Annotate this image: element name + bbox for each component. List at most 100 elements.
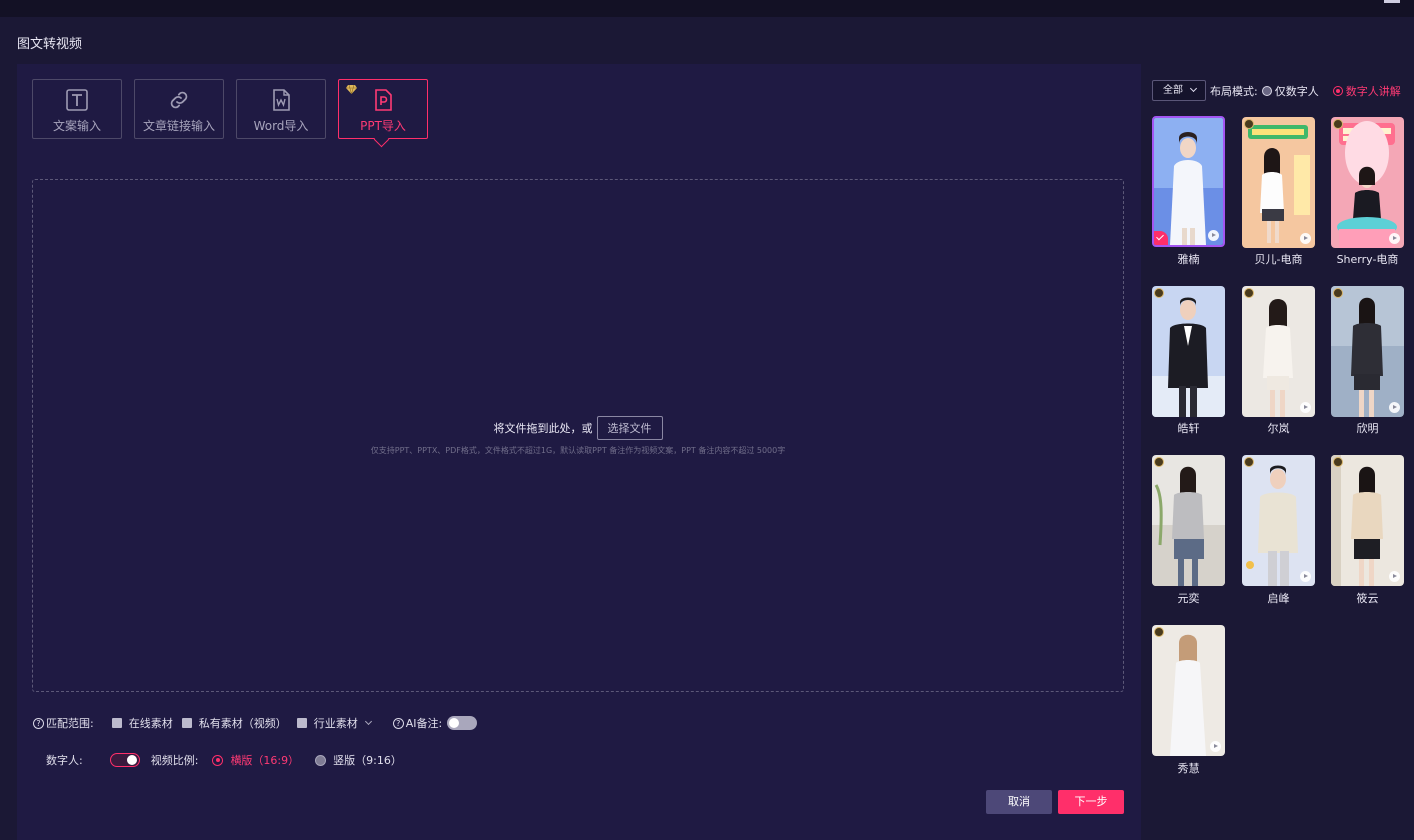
avatar-image (1331, 286, 1404, 417)
vip-crown-icon (1154, 288, 1164, 298)
avatar-name: 元奕 (1177, 592, 1200, 605)
drop-prompt: 将文件拖到此处，或 选择文件 (33, 416, 1123, 440)
avatar-image (1242, 286, 1315, 417)
tab-article-link[interactable]: 文章链接输入 (134, 79, 224, 139)
vip-crown-icon (1244, 288, 1254, 298)
main-panel: 文案输入 文章链接输入 Word导入 PPT导入 将文件拖到此处，或 选择文件 仅… (17, 64, 1141, 840)
play-icon[interactable] (1208, 230, 1219, 241)
cancel-button[interactable]: 取消 (986, 790, 1052, 814)
tab-label: 文章链接输入 (142, 119, 215, 133)
play-icon[interactable] (1389, 233, 1400, 244)
private-material-checkbox[interactable] (181, 718, 192, 728)
minimize-icon[interactable] (1384, 0, 1400, 3)
layout-mode-label: 布局模式: (1210, 85, 1258, 98)
play-icon[interactable] (1300, 571, 1311, 582)
avatar-card[interactable] (1152, 116, 1225, 247)
avatar-image (1152, 286, 1225, 417)
layout-option-label: 仅数字人 (1274, 85, 1319, 98)
avatar-card[interactable] (1331, 455, 1404, 586)
select-file-button[interactable]: 选择文件 (596, 416, 663, 440)
avatar-name: 皓轩 (1177, 422, 1200, 435)
avatar-card[interactable] (1242, 455, 1315, 586)
avatar-name: 尔岚 (1267, 422, 1290, 435)
file-drop-zone[interactable]: 将文件拖到此处，或 选择文件 仅支持PPT、PPTX、PDF格式，文件格式不超过1… (32, 179, 1124, 692)
avatar-name: 雅楠 (1177, 253, 1200, 266)
avatar-card[interactable] (1152, 455, 1225, 586)
tab-word-import[interactable]: Word导入 (236, 79, 326, 139)
vip-crown-icon (1154, 627, 1164, 637)
play-icon[interactable] (1389, 402, 1400, 413)
avatar-card[interactable] (1242, 117, 1315, 248)
text-icon (66, 89, 88, 111)
page-title: 图文转视频 (17, 37, 83, 52)
avatar-name: 启峰 (1267, 592, 1290, 605)
vip-crown-icon (1244, 119, 1254, 129)
avatar-image (1152, 625, 1225, 756)
layout-option-label: 数字人讲解 (1345, 85, 1401, 98)
avatar-card[interactable] (1331, 117, 1404, 248)
avatar-name: 贝儿-电商 (1254, 253, 1303, 266)
avatar-card[interactable] (1152, 286, 1225, 417)
tab-ppt-import[interactable]: PPT导入 (338, 79, 428, 139)
vip-crown-icon (1333, 288, 1343, 298)
vip-gem-icon (346, 85, 357, 94)
vip-crown-icon (1244, 457, 1254, 467)
help-icon[interactable]: ? (392, 717, 404, 729)
avatar-image (1154, 118, 1223, 245)
tab-label: Word导入 (253, 119, 309, 133)
ai-note-toggle[interactable] (447, 716, 478, 730)
avatar-name: Sherry-电商 (1336, 253, 1399, 266)
avatar-card[interactable] (1152, 625, 1225, 756)
chevron-down-icon[interactable] (364, 717, 372, 726)
avatar-explain-radio[interactable] (1332, 86, 1343, 96)
layout-mode: 布局模式: 仅数字人 数字人讲解 (1210, 83, 1401, 99)
tab-text-input[interactable]: 文案输入 (32, 79, 122, 139)
tab-label: 文案输入 (52, 119, 101, 133)
word-icon (273, 89, 290, 111)
next-button[interactable]: 下一步 (1058, 790, 1124, 814)
avatar-name: 欣明 (1356, 422, 1379, 435)
vip-crown-icon (1154, 457, 1164, 467)
filter-label: 全部 (1163, 85, 1183, 96)
option-label: 私有素材（视频） (198, 717, 287, 730)
play-icon[interactable] (1300, 402, 1311, 413)
avatar-image (1331, 455, 1404, 586)
upload-hint: 仅支持PPT、PPTX、PDF格式，文件格式不超过1G，默认读取PPT 备注作为… (370, 446, 786, 455)
avatar-sidebar: 全部 布局模式: 仅数字人 数字人讲解 雅楠 贝儿-电商 Sherry-电商 皓… (1146, 64, 1414, 840)
chevron-down-icon (1189, 84, 1198, 93)
play-icon[interactable] (1389, 571, 1400, 582)
window-topbar (0, 0, 1414, 17)
avatar-image (1331, 117, 1404, 248)
avatar-image (1242, 455, 1315, 586)
online-material-checkbox[interactable] (111, 718, 122, 728)
drop-prompt-text: 将文件拖到此处，或 (493, 422, 593, 435)
avatar-card[interactable] (1242, 286, 1315, 417)
option-label: 行业素材 (313, 717, 358, 730)
tab-label: PPT导入 (360, 119, 406, 133)
avatar-name: 秀慧 (1177, 762, 1200, 775)
digital-human-toggle[interactable] (109, 753, 140, 767)
avatar-image (1152, 455, 1225, 586)
avatar-image (1242, 117, 1315, 248)
portrait-radio[interactable] (315, 754, 327, 766)
match-range-row: ? 匹配范围: 在线素材 私有素材（视频） 行业素材 ? AI备注: (33, 714, 478, 732)
play-icon[interactable] (1210, 741, 1221, 752)
play-icon[interactable] (1300, 233, 1311, 244)
avatar-name: 筱云 (1356, 592, 1379, 605)
video-ratio-label: 视频比例: (150, 754, 199, 767)
selected-check-icon (1154, 231, 1168, 245)
vip-crown-icon (1333, 119, 1343, 129)
only-avatar-radio[interactable] (1261, 86, 1272, 96)
ppt-icon (375, 89, 392, 111)
ratio-label: 竖版（9:16） (333, 754, 402, 767)
ai-note-label: AI备注: (405, 717, 443, 730)
digital-human-label: 数字人: (46, 754, 83, 767)
industry-material-checkbox[interactable] (296, 718, 307, 728)
landscape-radio[interactable] (212, 754, 224, 766)
vip-crown-icon (1333, 457, 1343, 467)
option-label: 在线素材 (128, 717, 173, 730)
avatar-filter-select[interactable]: 全部 (1152, 80, 1206, 101)
ratio-label: 横版（16:9） (230, 754, 300, 767)
avatar-card[interactable] (1331, 286, 1404, 417)
help-icon[interactable]: ? (33, 717, 44, 729)
